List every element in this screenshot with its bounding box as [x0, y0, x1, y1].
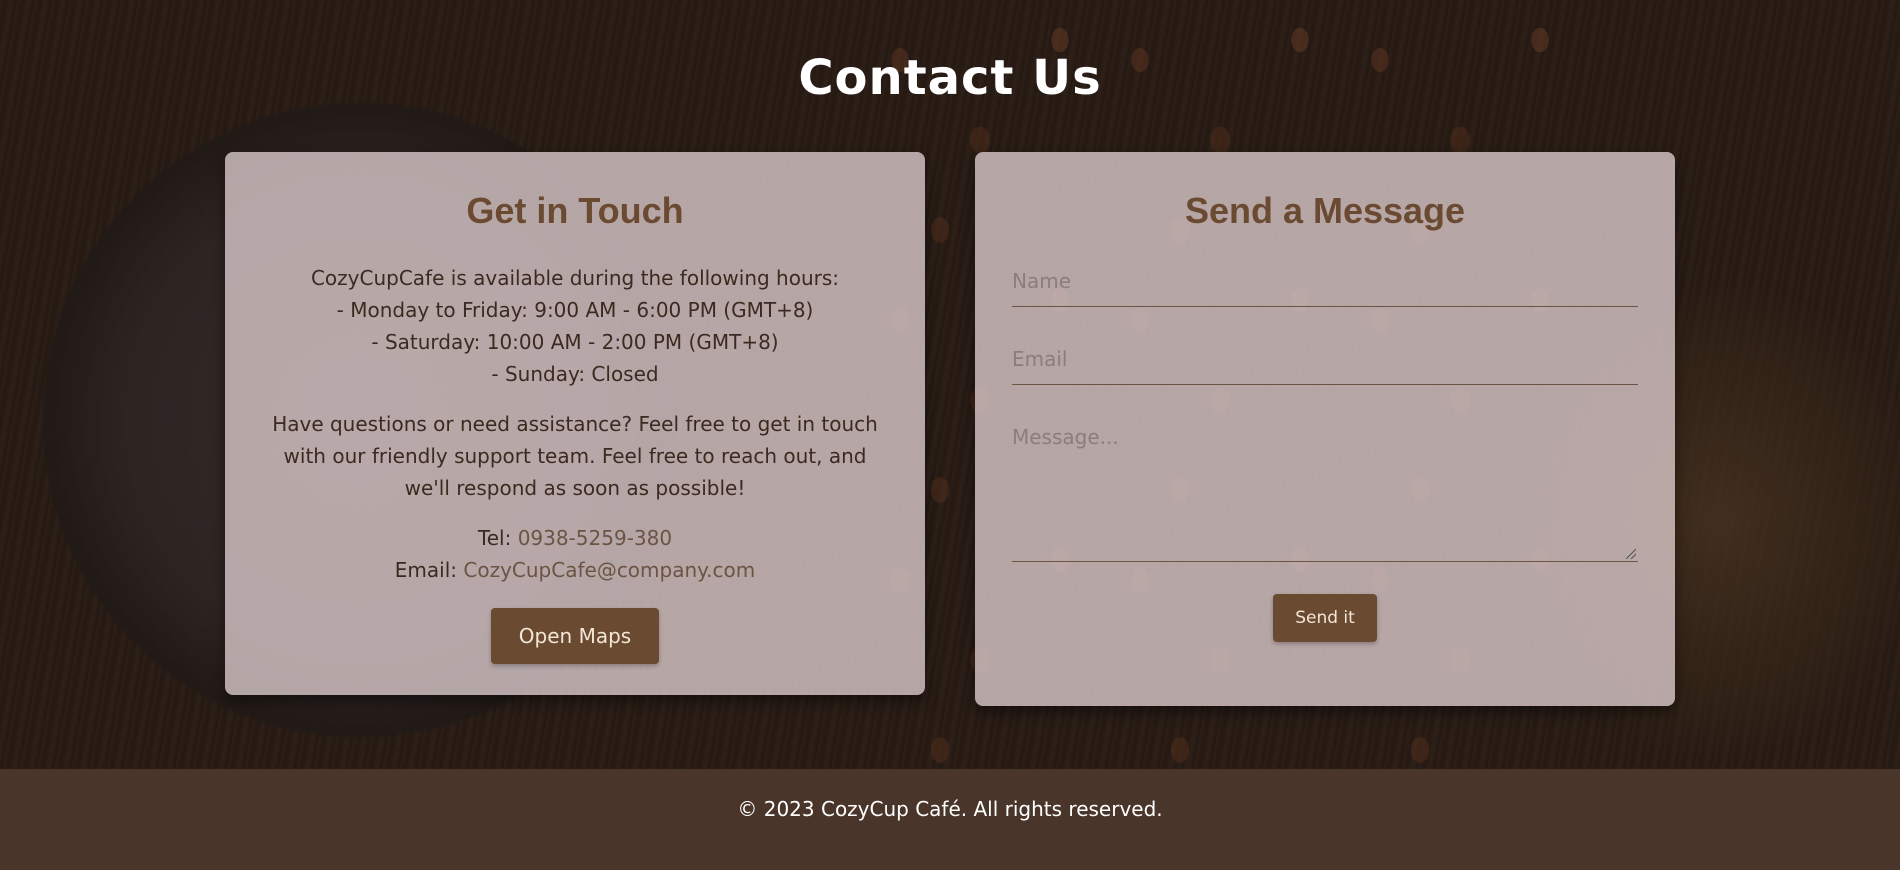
contact-details: Tel: 0938-5259-380 Email: CozyCupCafe@co…: [225, 522, 925, 586]
email-label: Email:: [394, 558, 464, 582]
message-textarea[interactable]: Message...: [1012, 425, 1638, 562]
send-button[interactable]: Send it: [1273, 594, 1377, 642]
hours-sunday: - Sunday: Closed: [491, 362, 659, 386]
resize-grip-icon[interactable]: [1626, 549, 1636, 559]
email-line: Email: CozyCupCafe@company.com: [225, 554, 925, 586]
open-maps-button[interactable]: Open Maps: [490, 608, 660, 664]
get-in-touch-card: Get in Touch CozyCupCafe is available du…: [225, 152, 925, 695]
get-in-touch-heading: Get in Touch: [466, 190, 684, 231]
send-message-card: Send a Message Name Email Message... Sen…: [975, 152, 1675, 706]
send-message-heading: Send a Message: [1184, 190, 1466, 231]
hours-saturday: - Saturday: 10:00 AM - 2:00 PM (GMT+8): [371, 330, 779, 354]
support-description: Have questions or need assistance? Feel …: [272, 412, 878, 500]
email-input[interactable]: Email: [1012, 347, 1638, 385]
opening-hours: CozyCupCafe is available during the foll…: [225, 262, 925, 390]
message-placeholder: Message...: [1012, 425, 1119, 449]
hours-intro: CozyCupCafe is available during the foll…: [310, 266, 840, 290]
page-title: Contact Us: [798, 50, 1102, 106]
email-link[interactable]: CozyCupCafe@company.com: [463, 558, 755, 582]
footer: © 2023 CozyCup Café. All rights reserved…: [0, 769, 1900, 870]
phone-line: Tel: 0938-5259-380: [225, 522, 925, 554]
phone-link[interactable]: 0938-5259-380: [518, 526, 672, 550]
hours-weekdays: - Monday to Friday: 9:00 AM - 6:00 PM (G…: [336, 298, 814, 322]
name-placeholder: Name: [1012, 269, 1072, 293]
name-input[interactable]: Name: [1012, 269, 1638, 307]
email-placeholder: Email: [1012, 347, 1068, 371]
phone-label: Tel:: [477, 526, 518, 550]
copyright-text: © 2023 CozyCup Café. All rights reserved…: [737, 797, 1163, 821]
